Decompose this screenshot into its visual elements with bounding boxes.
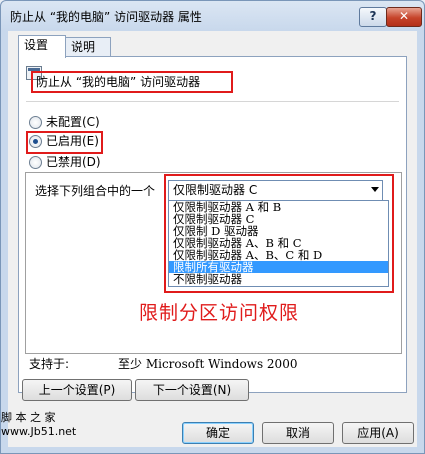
divider [26,101,399,102]
cancel-button[interactable]: 取消 [262,422,334,444]
tab-settings[interactable]: 设置 [18,35,66,58]
properties-dialog: 防止从 “我的电脑” 访问驱动器 属性 ? ✕ 设置 说明 防止从 “我的电脑”… [0,0,425,454]
watermark-line: www.Jb51.net [1,425,77,438]
help-button[interactable]: ? [359,7,387,27]
supported-on: 支持于: 至少 Microsoft Windows 2000 [29,355,297,372]
settings-panel: 防止从 “我的电脑” 访问驱动器 未配置(C) 已启用(E) 已禁用(D) 选择… [18,56,407,393]
window-title: 防止从 “我的电脑” 访问驱动器 属性 [10,10,202,24]
support-value: 至少 Microsoft Windows 2000 [118,357,298,371]
policy-name: 防止从 “我的电脑” 访问驱动器 [31,71,233,93]
dialog-client-area: 设置 说明 防止从 “我的电脑” 访问驱动器 未配置(C) 已启用(E) 已禁用… [8,31,417,447]
select-value: 仅限制驱动器 C [173,183,258,197]
radio-label: 已禁用(D) [46,155,101,169]
tab-explain[interactable]: 说明 [65,37,111,57]
radio-not-configured[interactable]: 未配置(C) [29,114,100,130]
options-box: 选择下列组合中的一个 仅限制驱动器 C 仅限制驱动器 A 和 B 仅限制驱动器 … [25,172,402,354]
options-prompt: 选择下列组合中的一个 [35,184,156,198]
apply-button[interactable]: 应用(A) [342,422,414,444]
annotation-text: 限制分区访问权限 [139,302,300,324]
drive-restriction-select[interactable]: 仅限制驱动器 C [168,180,383,201]
radio-circle-icon [29,116,42,129]
ok-button[interactable]: 确定 [182,422,254,444]
radio-enabled[interactable]: 已启用(E) [29,133,99,149]
dropdown-item[interactable]: 不限制驱动器 [169,273,388,285]
radio-label: 已启用(E) [46,134,99,148]
title-bar[interactable]: 防止从 “我的电脑” 访问驱动器 属性 ? ✕ [1,1,424,31]
radio-label: 未配置(C) [46,115,100,129]
radio-selected-icon [29,135,42,148]
dropdown-list: 仅限制驱动器 A 和 B 仅限制驱动器 C 仅限制 D 驱动器 仅限制驱动器 A… [168,200,389,287]
close-button[interactable]: ✕ [386,7,422,27]
next-setting-button[interactable]: 下一个设置(N) [135,379,249,401]
radio-disabled[interactable]: 已禁用(D) [29,154,101,170]
chevron-down-icon[interactable] [371,187,379,192]
watermark-line: 脚 本 之 家 [1,411,56,424]
watermark: 脚 本 之 家 www.Jb51.net [1,411,76,439]
support-label: 支持于: [29,357,70,371]
previous-setting-button[interactable]: 上一个设置(P) [22,379,132,401]
radio-circle-icon [29,156,42,169]
